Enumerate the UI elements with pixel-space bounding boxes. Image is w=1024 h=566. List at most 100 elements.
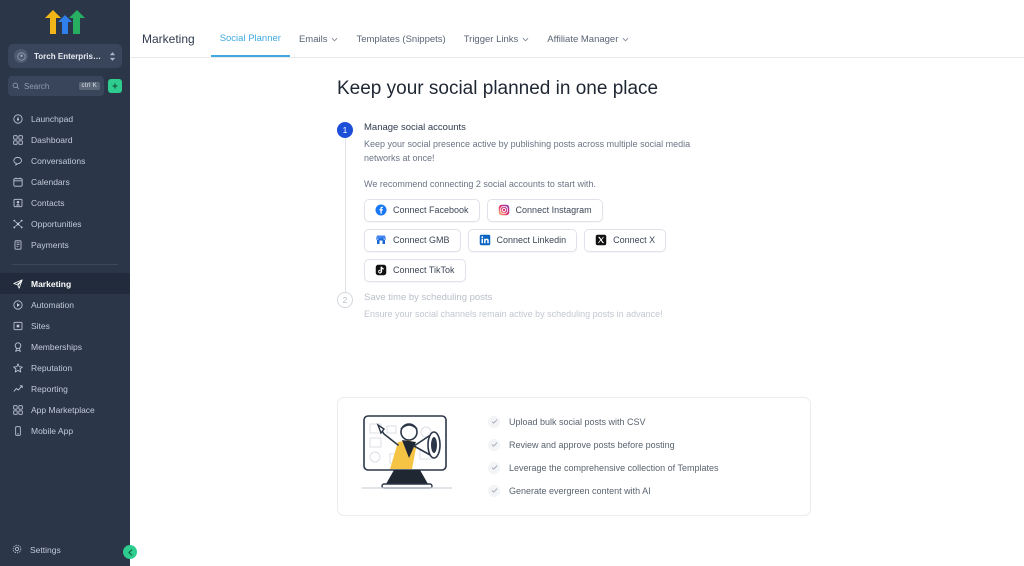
connect-instagram-button[interactable]: Connect Instagram (486, 198, 603, 222)
content-column: Keep your social planned in one place 1 … (337, 78, 817, 516)
feature-label: Upload bulk social posts with CSV (509, 416, 646, 427)
up-down-chevrons-icon (109, 51, 116, 62)
sidebar-item-contacts[interactable]: Contacts (0, 192, 130, 213)
sidebar-item-label: Payments (31, 239, 69, 250)
mobile-phone-icon (12, 425, 23, 436)
search-shortcut-badge: ctrl K (78, 82, 100, 90)
gear-icon (12, 544, 22, 556)
chevron-left-icon (127, 548, 132, 556)
x-twitter-icon (595, 235, 607, 246)
feature-item: Generate evergreen content with AI (488, 484, 718, 497)
chat-bubble-icon (12, 155, 23, 166)
main-area: Marketing Social Planner Emails Template… (130, 0, 1024, 566)
chevron-down-icon (331, 34, 338, 45)
sidebar-item-memberships[interactable]: Memberships (0, 336, 130, 357)
connect-gmb-button[interactable]: Connect GMB (364, 228, 461, 252)
sparkle-button[interactable] (108, 79, 122, 93)
opportunities-icon (12, 218, 23, 229)
tab-label: Templates (Snippets) (356, 33, 446, 45)
step-body: Manage social accounts Keep your social … (364, 122, 817, 292)
step-body: Save time by scheduling posts Ensure you… (364, 292, 817, 332)
connect-x-button[interactable]: Connect X (584, 228, 667, 252)
sidebar-item-label: Reputation (31, 362, 73, 373)
tab-trigger-links[interactable]: Trigger Links (455, 21, 539, 57)
connect-button-row: Connect Facebook Connect Instagram (364, 198, 817, 222)
sidebar-item-opportunities[interactable]: Opportunities (0, 213, 130, 234)
button-label: Connect X (613, 235, 656, 246)
sidebar-item-mobile-app[interactable]: Mobile App (0, 420, 130, 441)
sidebar-item-label: Launchpad (31, 113, 74, 124)
page-title: Marketing (142, 32, 195, 46)
sidebar-item-sites[interactable]: Sites (0, 315, 130, 336)
sidebar-collapse-button[interactable] (123, 545, 137, 559)
tab-label: Emails (298, 33, 328, 45)
connect-tiktok-button[interactable]: Connect TikTok (364, 258, 466, 282)
button-label: Connect Instagram (515, 205, 592, 216)
feature-list: Upload bulk social posts with CSV Review… (488, 415, 719, 497)
sidebar-item-launchpad[interactable]: Launchpad (0, 108, 130, 129)
sidebar-item-app-marketplace[interactable]: App Marketplace (0, 399, 130, 420)
step-title: Save time by scheduling posts (364, 291, 493, 303)
sidebar-item-reputation[interactable]: Reputation (0, 357, 130, 378)
button-label: Connect Linkedin (496, 235, 567, 246)
search-input[interactable]: Search ctrl K (8, 76, 104, 96)
connect-linkedin-button[interactable]: Connect Linkedin (467, 228, 578, 252)
sidebar-item-dashboard[interactable]: Dashboard (0, 129, 130, 150)
sidebar-item-automation[interactable]: Automation (0, 294, 130, 315)
step-description: Keep your social presence active by publ… (364, 139, 691, 163)
workspace-switcher[interactable]: Torch Enterprise LLC (8, 44, 122, 68)
tab-emails[interactable]: Emails (290, 21, 348, 57)
sidebar-item-calendars[interactable]: Calendars (0, 171, 130, 192)
connect-buttons: Connect Facebook Connect Instagram Conne… (364, 198, 817, 282)
sidebar-item-label: Mobile App (31, 425, 74, 436)
sidebar-item-payments[interactable]: Payments (0, 234, 130, 255)
feature-label: Leverage the comprehensive collection of… (509, 462, 719, 473)
feature-item: Upload bulk social posts with CSV (488, 415, 718, 428)
connect-facebook-button[interactable]: Connect Facebook (364, 198, 480, 222)
app-logo[interactable] (0, 0, 130, 44)
check-icon (488, 415, 500, 428)
person-with-megaphone-in-monitor-illustration (354, 412, 472, 501)
sites-icon (12, 320, 23, 331)
step-rail: 2 (337, 291, 353, 332)
sidebar-item-label: Contacts (31, 197, 65, 208)
workspace-name: Torch Enterprise LLC (34, 51, 103, 61)
check-icon (488, 484, 500, 497)
sidebar-item-settings[interactable]: Settings (0, 539, 130, 560)
sidebar-item-label: Dashboard (31, 134, 73, 145)
sidebar-item-conversations[interactable]: Conversations (0, 150, 130, 171)
sidebar-item-label: Calendars (31, 176, 70, 187)
app-root: Torch Enterprise LLC Search ctrl K (0, 0, 1024, 566)
sidebar-item-label: Memberships (31, 341, 83, 352)
button-label: Connect TikTok (393, 265, 455, 276)
sparkle-icon (111, 82, 119, 90)
step-number-badge: 1 (337, 122, 353, 138)
trending-up-icon (12, 383, 23, 394)
sidebar-item-label: Automation (31, 299, 74, 310)
check-icon (488, 438, 500, 451)
top-navigation-bar: Marketing Social Planner Emails Template… (130, 0, 1024, 58)
feature-card: Upload bulk social posts with CSV Review… (337, 396, 811, 516)
apps-grid-icon (12, 404, 23, 415)
tab-affiliate-manager[interactable]: Affiliate Manager (538, 21, 638, 57)
chevron-down-icon (622, 34, 629, 45)
connect-button-row: Connect TikTok (364, 258, 817, 282)
sidebar-item-label: Conversations (31, 155, 86, 166)
contact-card-icon (12, 197, 23, 208)
step-number-badge: 2 (337, 291, 353, 308)
step-connector-line (344, 138, 346, 292)
button-label: Connect Facebook (393, 205, 469, 216)
google-my-business-icon (376, 235, 386, 245)
hero-title: Keep your social planned in one place (337, 78, 659, 99)
feature-item: Leverage the comprehensive collection of… (488, 461, 719, 474)
facebook-icon (375, 204, 387, 216)
feature-label: Review and approve posts before posting (509, 439, 675, 450)
tab-templates-snippets[interactable]: Templates (Snippets) (347, 21, 454, 57)
step-rail: 1 (337, 122, 353, 292)
sidebar-item-reporting[interactable]: Reporting (0, 378, 130, 399)
sidebar-item-label: Reporting (31, 383, 68, 394)
sidebar-item-marketing[interactable]: Marketing (0, 273, 130, 294)
sidebar-item-label: App Marketplace (31, 404, 95, 415)
tab-social-planner[interactable]: Social Planner (210, 21, 290, 57)
